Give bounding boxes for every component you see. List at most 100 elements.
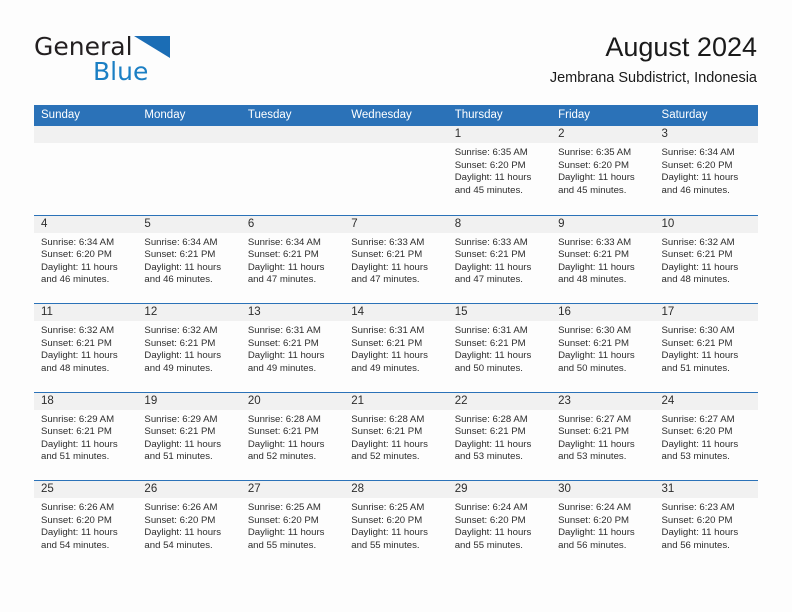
day-number: 1 xyxy=(454,128,462,140)
sunset-time: Sunset: 6:21 PM xyxy=(351,337,423,349)
dow-tuesday: Tuesday xyxy=(247,109,292,121)
daylight-duration-line2: and 51 minutes. xyxy=(41,451,110,463)
sunrise-time: Sunrise: 6:30 AM xyxy=(558,325,632,336)
day-number-band xyxy=(344,126,448,143)
calendar-day-cell[interactable]: 31 Sunrise: 6:23 AM Sunset: 6:20 PM Dayligh… xyxy=(654,481,758,569)
day-number-band: 5 xyxy=(137,215,241,233)
calendar-day-cell[interactable]: 19 Sunrise: 6:29 AM Sunset: 6:21 PM Dayligh… xyxy=(137,392,241,481)
daylight-duration-line1: Daylight: 11 hours xyxy=(41,527,118,539)
day-number-band: 22 xyxy=(447,392,552,410)
sunrise-time: Sunrise: 6:27 AM xyxy=(661,413,735,425)
calendar-weeks: 1 Sunrise: 6:35 AM Sunset: 6:20 PM Daylight… xyxy=(34,126,758,569)
calendar-day-cell[interactable]: 3 Sunrise: 6:34 AM Sunset: 6:20 PM Daylight… xyxy=(654,126,758,215)
sunrise-time: Sunrise: 6:34 AM xyxy=(661,147,735,158)
calendar-day-cell[interactable]: 6 Sunrise: 6:34 AM Sunset: 6:21 PM Daylight… xyxy=(240,215,345,304)
day-details: Sunrise: 6:35 AM Sunset: 6:20 PM Daylight:… xyxy=(551,143,654,197)
day-details: Sunrise: 6:27 AM Sunset: 6:21 PM Daylight:… xyxy=(551,410,654,464)
sunrise-time: Sunrise: 6:25 AM xyxy=(351,502,425,513)
day-number: 10 xyxy=(661,217,675,230)
calendar-day-cell[interactable]: 24 Sunrise: 6:27 AM Sunset: 6:20 PM Dayligh… xyxy=(654,392,758,481)
daylight-duration-line2: and 55 minutes. xyxy=(247,539,317,551)
sunrise-time: Sunrise: 6:31 AM xyxy=(351,325,425,336)
calendar-day-cell[interactable]: 15 Sunrise: 6:31 AM Sunset: 6:21 PM Dayligh… xyxy=(447,304,552,392)
day-number: 28 xyxy=(351,483,365,495)
daylight-duration-line1: Daylight: 11 hours xyxy=(454,261,532,273)
calendar-day-cell[interactable]: 10 Sunrise: 6:32 AM Sunset: 6:21 PM Dayligh… xyxy=(654,215,758,304)
calendar-day-cell[interactable]: 28 Sunrise: 6:25 AM Sunset: 6:20 PM Dayligh… xyxy=(344,481,448,569)
daylight-duration-line1: Daylight: 11 hours xyxy=(144,261,222,273)
calendar-day-cell[interactable]: 2 Sunrise: 6:35 AM Sunset: 6:20 PM Daylight… xyxy=(551,126,655,215)
day-number: 5 xyxy=(144,217,151,230)
sunrise-time: Sunrise: 6:30 AM xyxy=(661,325,735,336)
sunrise-time: Sunrise: 6:32 AM xyxy=(661,236,735,248)
day-number: 12 xyxy=(144,306,158,318)
sunset-time: Sunset: 6:21 PM xyxy=(144,426,216,438)
day-number: 8 xyxy=(454,217,462,230)
sunrise-time: Sunrise: 6:35 AM xyxy=(558,147,632,158)
day-number-band: 13 xyxy=(240,304,345,321)
calendar-day-cell[interactable]: 26 Sunrise: 6:26 AM Sunset: 6:20 PM Dayligh… xyxy=(137,481,241,569)
sunset-time: Sunset: 6:20 PM xyxy=(144,514,216,526)
day-number-band: 25 xyxy=(34,481,138,498)
calendar-day-cell[interactable]: 17 Sunrise: 6:30 AM Sunset: 6:21 PM Dayligh… xyxy=(654,304,758,392)
calendar-day-cell[interactable]: 4 Sunrise: 6:34 AM Sunset: 6:20 PM Daylight… xyxy=(34,215,138,304)
sunset-time: Sunset: 6:20 PM xyxy=(41,514,112,526)
day-details: Sunrise: 6:33 AM Sunset: 6:21 PM Daylight:… xyxy=(551,233,654,287)
calendar-day-cell[interactable]: 23 Sunrise: 6:27 AM Sunset: 6:21 PM Dayligh… xyxy=(551,392,655,481)
sunset-time: Sunset: 6:20 PM xyxy=(41,249,112,261)
sunrise-time: Sunrise: 6:25 AM xyxy=(247,502,321,513)
calendar-day-cell[interactable]: 18 Sunrise: 6:29 AM Sunset: 6:21 PM Dayligh… xyxy=(34,392,138,481)
day-number: 4 xyxy=(41,217,48,230)
day-number: 30 xyxy=(558,483,571,495)
calendar-day-cell[interactable]: 11 Sunrise: 6:32 AM Sunset: 6:21 PM Dayligh… xyxy=(34,304,138,392)
calendar-day-cell[interactable]: 22 Sunrise: 6:28 AM Sunset: 6:21 PM Dayligh… xyxy=(447,392,552,481)
calendar-day-cell[interactable]: 14 Sunrise: 6:31 AM Sunset: 6:21 PM Dayligh… xyxy=(344,304,448,392)
sunset-time: Sunset: 6:20 PM xyxy=(661,426,733,438)
sunrise-time: Sunrise: 6:28 AM xyxy=(351,413,425,425)
calendar-day-cell[interactable]: 16 Sunrise: 6:30 AM Sunset: 6:21 PM Dayligh… xyxy=(551,304,655,392)
daylight-duration-line2: and 53 minutes. xyxy=(661,451,730,463)
calendar-page: General Blue August 2024 Jembrana Subdis… xyxy=(0,0,792,612)
day-number: 6 xyxy=(247,217,255,230)
calendar-day-cell[interactable]: 30 Sunrise: 6:24 AM Sunset: 6:20 PM Dayligh… xyxy=(551,481,655,569)
calendar-day-cell[interactable]: 25 Sunrise: 6:26 AM Sunset: 6:20 PM Dayligh… xyxy=(34,481,138,569)
sunset-time: Sunset: 6:21 PM xyxy=(558,337,630,349)
calendar-day-cell[interactable]: 20 Sunrise: 6:28 AM Sunset: 6:21 PM Dayligh… xyxy=(240,392,345,481)
day-number-band: 24 xyxy=(654,392,758,410)
calendar-day-cell[interactable]: 9 Sunrise: 6:33 AM Sunset: 6:21 PM Daylight… xyxy=(551,215,655,304)
calendar-day-cell[interactable]: 8 Sunrise: 6:33 AM Sunset: 6:21 PM Daylight… xyxy=(447,215,552,304)
day-details: Sunrise: 6:32 AM Sunset: 6:21 PM Daylight:… xyxy=(655,233,758,287)
sunrise-time: Sunrise: 6:35 AM xyxy=(454,147,528,158)
calendar-day-cell[interactable]: 27 Sunrise: 6:25 AM Sunset: 6:20 PM Dayligh… xyxy=(240,481,345,569)
daylight-duration-line2: and 45 minutes. xyxy=(558,184,627,196)
day-number-band: 9 xyxy=(551,215,655,233)
day-details: Sunrise: 6:34 AM Sunset: 6:21 PM Daylight:… xyxy=(137,233,240,287)
calendar-day-cell[interactable]: 7 Sunrise: 6:33 AM Sunset: 6:21 PM Daylight… xyxy=(344,215,448,304)
calendar-day-cell[interactable]: 13 Sunrise: 6:31 AM Sunset: 6:21 PM Dayligh… xyxy=(240,304,345,392)
daylight-duration-line1: Daylight: 11 hours xyxy=(454,438,532,450)
day-number: 2 xyxy=(558,128,565,140)
day-number-band: 21 xyxy=(344,392,448,410)
calendar-day-cell[interactable]: 29 Sunrise: 6:24 AM Sunset: 6:20 PM Dayligh… xyxy=(447,481,552,569)
daylight-duration-line1: Daylight: 11 hours xyxy=(661,438,739,450)
daylight-duration-line1: Daylight: 11 hours xyxy=(144,438,222,450)
calendar-day-cell[interactable]: 5 Sunrise: 6:34 AM Sunset: 6:21 PM Daylight… xyxy=(137,215,241,304)
daylight-duration-line1: Daylight: 11 hours xyxy=(144,350,222,362)
calendar-day-cell[interactable]: 21 Sunrise: 6:28 AM Sunset: 6:21 PM Dayligh… xyxy=(344,392,448,481)
day-number-band: 27 xyxy=(240,481,345,498)
brand-logo[interactable]: General Blue xyxy=(34,34,264,90)
day-number-band: 14 xyxy=(344,304,448,321)
sunrise-time: Sunrise: 6:34 AM xyxy=(41,236,115,248)
day-number: 25 xyxy=(41,483,54,495)
day-details: Sunrise: 6:34 AM Sunset: 6:20 PM Daylight:… xyxy=(655,143,758,197)
daylight-duration-line1: Daylight: 11 hours xyxy=(351,350,428,362)
daylight-duration-line1: Daylight: 11 hours xyxy=(41,438,118,450)
day-number: 19 xyxy=(144,394,158,407)
sunset-time: Sunset: 6:21 PM xyxy=(454,249,526,261)
daylight-duration-line2: and 48 minutes. xyxy=(558,274,627,286)
daylight-duration-line1: Daylight: 11 hours xyxy=(454,527,532,539)
calendar-day-cell[interactable]: 12 Sunrise: 6:32 AM Sunset: 6:21 PM Dayligh… xyxy=(137,304,241,392)
sunrise-time: Sunrise: 6:33 AM xyxy=(454,236,528,248)
sunset-time: Sunset: 6:21 PM xyxy=(41,426,112,438)
calendar-day-cell[interactable]: 1 Sunrise: 6:35 AM Sunset: 6:20 PM Daylight… xyxy=(447,126,552,215)
